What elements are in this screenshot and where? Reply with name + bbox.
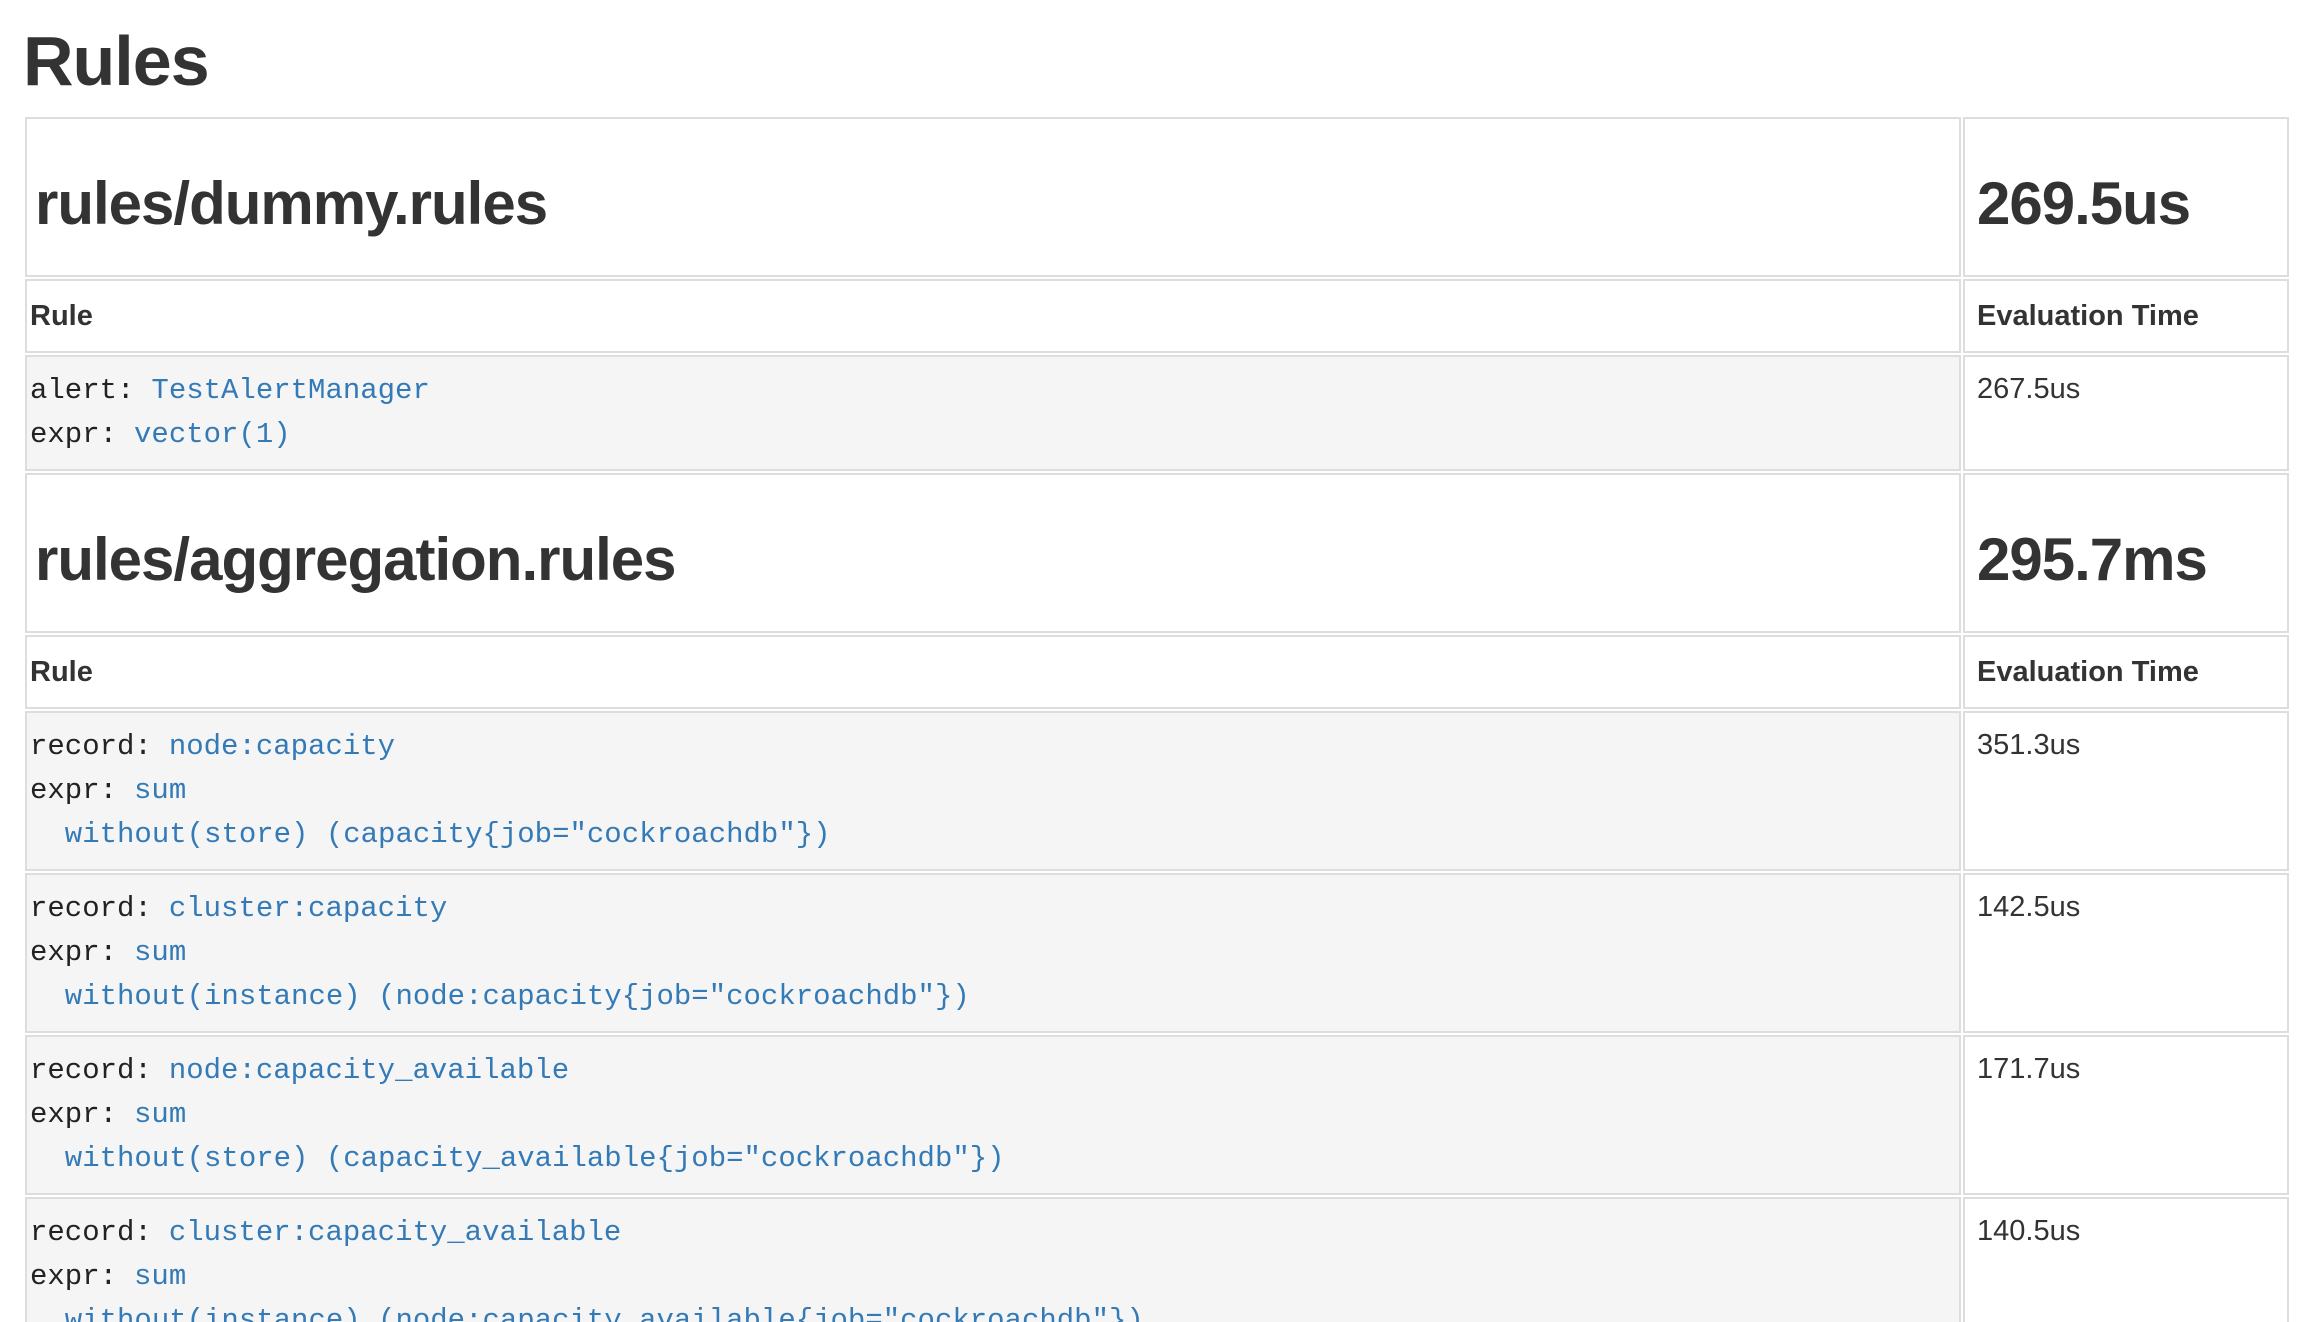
rule-expr-label: expr: — [30, 1260, 117, 1293]
group-name: rules/dummy.rules — [35, 171, 1953, 237]
rule-name-link[interactable]: cluster:capacity_available — [169, 1216, 621, 1249]
rule-type-label: record: — [30, 892, 152, 925]
rule-type-label: alert: — [30, 374, 134, 407]
rule-row: alert: TestAlertManager expr: vector(1) 267… — [25, 355, 2289, 471]
rule-cell: record: cluster:capacity_available expr:su… — [25, 1197, 1961, 1322]
rule-column-header: Rule — [25, 279, 1961, 353]
group-eval-time-cell: 269.5us — [1963, 117, 2289, 277]
rule-name-link[interactable]: node:capacity — [169, 730, 395, 763]
group-name-cell: rules/aggregation.rules — [25, 473, 1961, 633]
evaluation-time-column-header: Evaluation Time — [1963, 279, 2289, 353]
group-eval-time: 269.5us — [1977, 171, 2281, 237]
rule-expr-label: expr: — [30, 418, 117, 451]
rule-expr-line: expr:sum without(instance) (node:capacit… — [30, 931, 1953, 1019]
rule-name-line: alert: TestAlertManager — [30, 369, 1953, 413]
rule-name-line: record: cluster:capacity_available — [30, 1211, 1953, 1255]
rule-row: record: node:capacity expr:sum without(sto… — [25, 711, 2289, 871]
rule-cell: record: node:capacity_available expr:sum w… — [25, 1035, 1961, 1195]
rule-code: record: node:capacity expr:sum without(sto… — [30, 725, 1953, 857]
rule-code: record: cluster:capacity expr:sum without(… — [30, 887, 1953, 1019]
rule-code: record: cluster:capacity_available expr:su… — [30, 1211, 1953, 1322]
rule-expr-label: expr: — [30, 936, 117, 969]
rule-name-link[interactable]: node:capacity_available — [169, 1054, 569, 1087]
rule-name-link[interactable]: TestAlertManager — [151, 374, 429, 407]
group-header-row: rules/aggregation.rules 295.7ms — [25, 473, 2289, 633]
rule-name-line: record: node:capacity — [30, 725, 1953, 769]
rule-row: record: cluster:capacity_available expr:su… — [25, 1197, 2289, 1322]
group-header-row: rules/dummy.rules 269.5us — [25, 117, 2289, 277]
rule-column-header: Rule — [25, 635, 1961, 709]
rule-eval-time: 267.5us — [1963, 355, 2289, 471]
page-title: Rules — [23, 20, 2291, 103]
rule-eval-time: 140.5us — [1963, 1197, 2289, 1322]
rule-name-line: record: node:capacity_available — [30, 1049, 1953, 1093]
rule-type-label: record: — [30, 1054, 152, 1087]
rule-eval-time: 171.7us — [1963, 1035, 2289, 1195]
group-eval-time: 295.7ms — [1977, 527, 2281, 593]
rule-type-label: record: — [30, 730, 152, 763]
rule-eval-time: 351.3us — [1963, 711, 2289, 871]
rule-code: alert: TestAlertManager expr: vector(1) — [30, 369, 1953, 457]
evaluation-time-column-header: Evaluation Time — [1963, 635, 2289, 709]
group-name: rules/aggregation.rules — [35, 527, 1953, 593]
rule-expr-line: expr: vector(1) — [30, 413, 1953, 457]
rule-code: record: node:capacity_available expr:sum w… — [30, 1049, 1953, 1181]
rule-name-line: record: cluster:capacity — [30, 887, 1953, 931]
rule-expr-line: expr:sum without(store) (capacity_availa… — [30, 1093, 1953, 1181]
rule-expr-link[interactable]: sum without(store) (capacity_available{j… — [30, 1098, 1953, 1181]
rules-table: rules/dummy.rules 269.5us Rule Evaluatio… — [23, 115, 2291, 1322]
rule-type-label: record: — [30, 1216, 152, 1249]
rule-name-link[interactable]: cluster:capacity — [169, 892, 447, 925]
rule-expr-link[interactable]: vector(1) — [134, 418, 291, 451]
rule-expr-line: expr:sum without(store) (capacity{job="c… — [30, 769, 1953, 857]
rule-expr-link[interactable]: sum without(instance) (node:capacity_ava… — [30, 1260, 1953, 1322]
rule-row: record: node:capacity_available expr:sum w… — [25, 1035, 2289, 1195]
group-name-cell: rules/dummy.rules — [25, 117, 1961, 277]
group-eval-time-cell: 295.7ms — [1963, 473, 2289, 633]
rule-cell: record: cluster:capacity expr:sum without(… — [25, 873, 1961, 1033]
rule-cell: record: node:capacity expr:sum without(sto… — [25, 711, 1961, 871]
rule-expr-link[interactable]: sum without(instance) (node:capacity{job… — [30, 936, 1953, 1019]
rule-expr-label: expr: — [30, 774, 117, 807]
rule-cell: alert: TestAlertManager expr: vector(1) — [25, 355, 1961, 471]
column-header-row: Rule Evaluation Time — [25, 635, 2289, 709]
rule-expr-label: expr: — [30, 1098, 117, 1131]
rule-expr-link[interactable]: sum without(store) (capacity{job="cockro… — [30, 774, 1953, 857]
rule-eval-time: 142.5us — [1963, 873, 2289, 1033]
column-header-row: Rule Evaluation Time — [25, 279, 2289, 353]
rules-page: Rules rules/dummy.rules 269.5us Rule Eva… — [0, 20, 2316, 1322]
rule-row: record: cluster:capacity expr:sum without(… — [25, 873, 2289, 1033]
rule-expr-line: expr:sum without(instance) (node:capacit… — [30, 1255, 1953, 1322]
